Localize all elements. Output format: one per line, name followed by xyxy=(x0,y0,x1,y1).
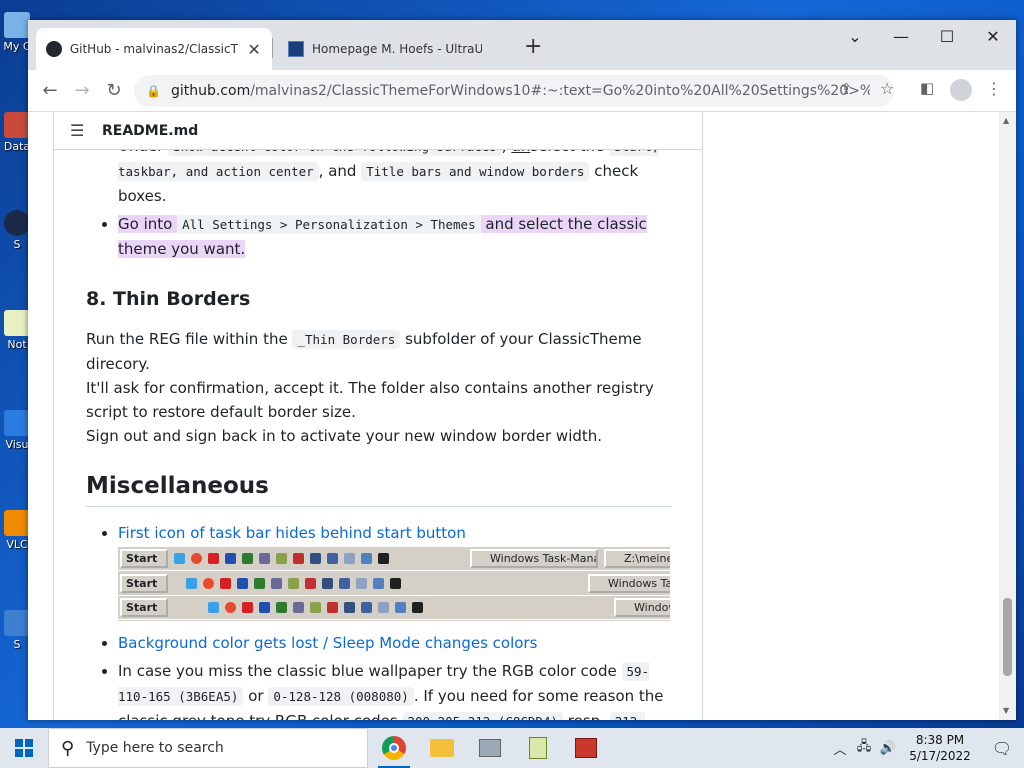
taskbar-notepad[interactable] xyxy=(514,728,562,768)
app-icon xyxy=(4,610,30,636)
section-heading-miscellaneous: Miscellaneous xyxy=(86,474,672,507)
app-icon xyxy=(4,210,30,236)
start-button[interactable] xyxy=(0,728,48,768)
site-icon xyxy=(288,41,304,57)
notepad-icon xyxy=(4,310,30,336)
section-heading-thin-borders: 8. Thin Borders xyxy=(86,288,251,310)
taskbar-chrome[interactable] xyxy=(370,728,418,768)
share-icon[interactable]: ⇪ xyxy=(840,80,853,98)
data-icon xyxy=(4,112,30,138)
scroll-up-icon[interactable]: ▲ xyxy=(1003,116,1009,125)
link-first-icon[interactable]: First icon of task bar hides behind star… xyxy=(118,524,466,542)
maximize-button[interactable]: ☐ xyxy=(924,20,970,52)
star-icon[interactable]: ☆ xyxy=(880,79,894,98)
chevron-down-icon[interactable]: ⌄ xyxy=(832,20,878,52)
list-item: Background color gets lost / Sleep Mode … xyxy=(118,631,672,655)
markdown-body: Under Show accent color on the following… xyxy=(86,134,672,720)
link-background-color[interactable]: Background color gets lost / Sleep Mode … xyxy=(118,634,537,652)
list-item: In case you miss the classic blue wallpa… xyxy=(118,659,672,720)
page-content: ☰ README.md Under Show accent color on t… xyxy=(28,112,1016,720)
computer-icon xyxy=(4,12,30,38)
taskbar-app2[interactable] xyxy=(562,728,610,768)
shot-row: Start Windows Task- xyxy=(118,572,670,596)
browser-window: GitHub - malvinas2/ClassicThemeForWindow… xyxy=(28,20,1016,720)
back-button[interactable]: ← xyxy=(34,75,66,107)
side-panel-icon[interactable]: ◧ xyxy=(920,79,934,97)
tab-github[interactable]: GitHub - malvinas2/ClassicThemeForWindow… xyxy=(36,28,272,70)
scrollbar-thumb[interactable] xyxy=(1003,598,1012,676)
forward-button[interactable]: → xyxy=(66,75,98,107)
notification-icon[interactable]: 🗨 xyxy=(980,739,1024,758)
paragraph: Run the REG file within the _Thin Border… xyxy=(86,330,654,445)
close-window-button[interactable]: ✕ xyxy=(970,20,1016,52)
folder-icon xyxy=(430,739,454,757)
shot-row: Start Window xyxy=(118,596,670,620)
chrome-icon xyxy=(382,736,406,760)
monitor-icon xyxy=(479,739,501,757)
system-tray: ︿ 🖧 🔊 8:38 PM 5/17/2022 🗨 xyxy=(828,728,1024,768)
clock[interactable]: 8:38 PM 5/17/2022 xyxy=(900,732,980,764)
taskbar: ⚲ Type here to search ︿ 🖧 🔊 8:38 PM 5/17… xyxy=(0,728,1024,768)
github-icon xyxy=(46,41,62,57)
taskbar-screenshot: Start Windows Task-Manager Z:\meines Sta… xyxy=(118,547,670,621)
app-icon xyxy=(575,738,597,758)
reload-button[interactable]: ↻ xyxy=(98,75,130,107)
readme-header: ☰ README.md xyxy=(54,112,702,150)
tab-homepage[interactable]: Homepage M. Hoefs - UltraUXThemePatcher xyxy=(278,28,518,70)
taskbar-search[interactable]: ⚲ Type here to search xyxy=(48,728,368,768)
chevron-up-icon[interactable]: ︿ xyxy=(828,739,852,758)
tab-strip: GitHub - malvinas2/ClassicThemeForWindow… xyxy=(28,20,1016,70)
menu-icon[interactable]: ⋮ xyxy=(986,79,1002,98)
windows-logo-icon xyxy=(15,739,33,757)
notepad-icon xyxy=(529,737,547,759)
close-icon[interactable]: ✕ xyxy=(246,40,262,59)
vlc-icon xyxy=(4,510,30,536)
network-icon[interactable]: 🖧 xyxy=(852,737,876,759)
list-item: First icon of task bar hides behind star… xyxy=(118,521,672,621)
search-icon: ⚲ xyxy=(61,737,75,759)
toolbar: ← → ↻ 🔒 github.com/malvinas2/ClassicThem… xyxy=(28,70,1016,112)
volume-icon[interactable]: 🔊 xyxy=(876,741,900,756)
outline-icon[interactable]: ☰ xyxy=(70,121,102,140)
profile-avatar[interactable] xyxy=(950,79,972,101)
scroll-down-icon[interactable]: ▼ xyxy=(1003,706,1009,715)
address-bar[interactable]: 🔒 github.com/malvinas2/ClassicThemeForWi… xyxy=(134,75,894,107)
shot-row: Start Windows Task-Manager Z:\meines xyxy=(118,547,670,571)
new-tab-button[interactable]: + xyxy=(524,34,542,59)
list-item-highlighted: Go into All Settings > Personalization >… xyxy=(118,212,672,261)
taskbar-app[interactable] xyxy=(466,728,514,768)
readme-container: ☰ README.md Under Show accent color on t… xyxy=(53,112,703,720)
vertical-scrollbar[interactable]: ▲ ▼ xyxy=(999,112,1016,720)
lock-icon: 🔒 xyxy=(146,84,161,98)
taskbar-file-explorer[interactable] xyxy=(418,728,466,768)
tab-separator xyxy=(272,38,273,58)
visual-studio-icon xyxy=(4,410,30,436)
minimize-button[interactable]: — xyxy=(878,20,924,52)
